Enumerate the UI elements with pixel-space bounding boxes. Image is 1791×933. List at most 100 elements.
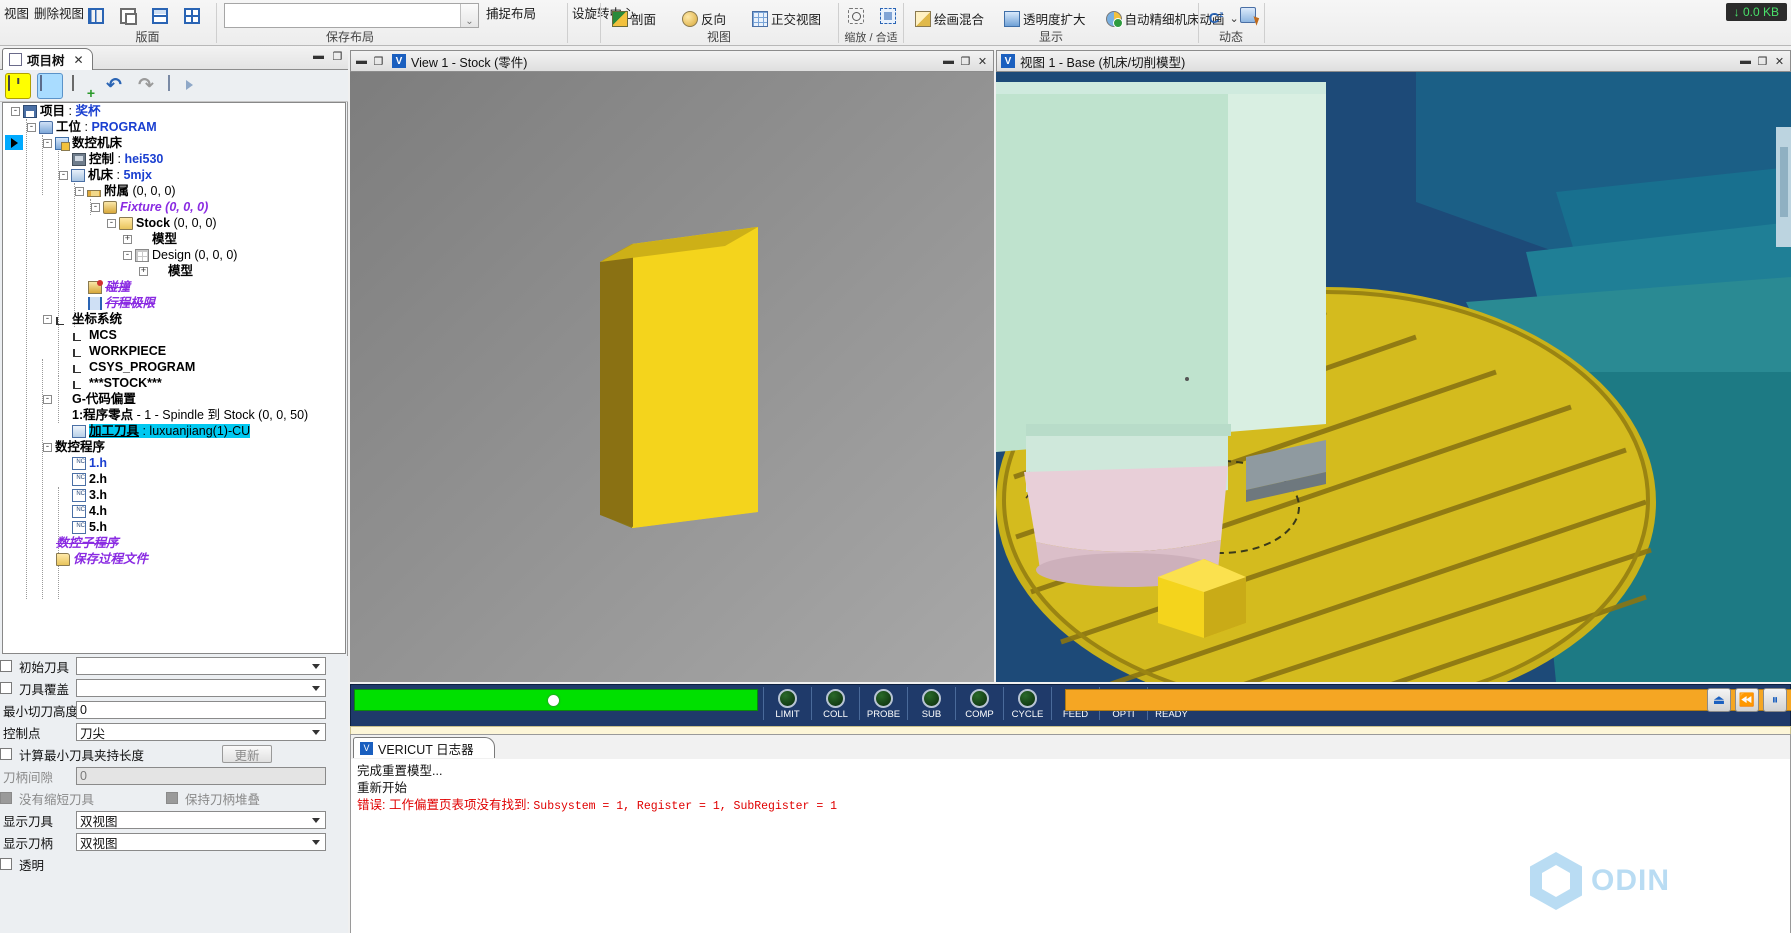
maximize-panel-button[interactable]: ❐: [331, 50, 344, 63]
capture-layout-button[interactable]: 捕捉布局: [486, 3, 536, 22]
transparent-checkbox[interactable]: [0, 858, 12, 870]
tree-item-Stock[interactable]: - Stock (0, 0, 0): [3, 215, 345, 231]
tree-item-1程序零点[interactable]: 1:程序零点 - 1 - Spindle 到 Stock (0, 0, 50): [3, 407, 345, 423]
collapse-icon[interactable]: -: [43, 395, 52, 405]
close-icon[interactable]: ✕: [74, 53, 84, 67]
zoom-icon[interactable]: [848, 8, 864, 24]
rows-layout-icon[interactable]: [152, 8, 168, 24]
tree-item-模型[interactable]: + 模型: [3, 263, 345, 279]
nc-program-progress-bar[interactable]: [1065, 689, 1791, 711]
tree-item-数控机床[interactable]: - 数控机床: [3, 135, 345, 152]
expand-icon[interactable]: +: [139, 267, 148, 277]
tool-cover-checkbox[interactable]: [0, 682, 12, 694]
collapse-icon[interactable]: -: [43, 139, 52, 149]
redo-button[interactable]: ↷: [133, 73, 159, 99]
minimize-panel-button[interactable]: ▬: [312, 50, 325, 62]
collapse-icon[interactable]: -: [123, 251, 132, 261]
quad-layout-icon[interactable]: [184, 8, 200, 24]
min-cut-height-input[interactable]: 0: [76, 701, 326, 719]
tree-item-加工刀具[interactable]: 加工刀具 : luxuanjiang(1)-CU: [3, 423, 345, 439]
tree-item-行程极限[interactable]: 行程极限: [3, 295, 345, 311]
chevron-down-icon[interactable]: ⌄: [460, 4, 478, 27]
control-point-select[interactable]: 刀尖: [76, 723, 326, 741]
undo-button[interactable]: ↶: [101, 73, 127, 99]
blend-draw-button[interactable]: 绘画混合: [911, 8, 988, 29]
tree-item-2.h[interactable]: 2.h: [3, 470, 345, 487]
tree-item-工位[interactable]: - 工位 : PROGRAM: [3, 119, 345, 135]
tab-project-tree[interactable]: 项目树 ✕: [2, 48, 93, 70]
tool-cover-select[interactable]: [76, 679, 326, 697]
tree-item-G-代码偏置[interactable]: - G-代码偏置: [3, 391, 345, 407]
export-button[interactable]: [165, 73, 191, 99]
status-lamp-cycle[interactable]: CYCLE: [1003, 687, 1051, 720]
tree-item-保存过程文件[interactable]: 保存过程文件: [3, 551, 345, 567]
status-lamp-comp[interactable]: COMP: [955, 687, 1003, 720]
tree-item-MCS[interactable]: MCS: [3, 327, 345, 343]
tree-item-数控子程序[interactable]: 数控子程序: [3, 535, 345, 551]
rewind-button[interactable]: ⏪: [1735, 688, 1759, 712]
eject-button[interactable]: ⏏: [1707, 688, 1731, 712]
tree-item-4.h[interactable]: 4.h: [3, 502, 345, 519]
transparency-button[interactable]: 透明度扩大: [1000, 8, 1090, 29]
calc-min-holder-checkbox[interactable]: [0, 748, 12, 760]
progress-slider-handle[interactable]: [547, 694, 559, 706]
tree-item-Fixture[interactable]: - Fixture (0, 0, 0): [3, 199, 345, 215]
collapse-icon[interactable]: -: [59, 171, 68, 181]
collapse-icon[interactable]: -: [43, 443, 52, 453]
project-tree[interactable]: - 项目 : 奖杯 - 工位 : PROGRAM - 数控机床 控制 : hei530- 机床…: [2, 102, 346, 654]
maximize-view2-button[interactable]: ❐: [1756, 55, 1769, 68]
save-layout-combo[interactable]: ⌄: [224, 3, 479, 28]
add-component-button[interactable]: [69, 73, 95, 99]
tree-item-控制[interactable]: 控制 : hei530: [3, 151, 345, 167]
tab-vericut-logger[interactable]: V VERICUT 日志器: [353, 737, 495, 758]
cz-rotate-icon[interactable]: Cz: [1208, 7, 1224, 27]
columns-layout-icon[interactable]: [88, 8, 104, 24]
tree-item-3.h[interactable]: 3.h: [3, 486, 345, 503]
tree-item-CSYSPROGRAM[interactable]: CSYS_PROGRAM: [3, 359, 345, 375]
show-tool-select[interactable]: 双视图: [76, 811, 326, 829]
document-config-button[interactable]: [37, 72, 63, 99]
status-lamp-sub[interactable]: SUB: [907, 687, 955, 720]
restore-icon[interactable]: ▬: [355, 55, 368, 67]
popout-icon[interactable]: ❐: [372, 55, 385, 68]
status-lamp-probe[interactable]: PROBE: [859, 687, 907, 720]
tree-item-附属[interactable]: - 附属 (0, 0, 0): [3, 183, 345, 199]
tree-item-坐标系统[interactable]: - 坐标系统: [3, 311, 345, 327]
show-holder-select[interactable]: 双视图: [76, 833, 326, 851]
log-message-list[interactable]: 完成重置模型... 重新开始 错误: 工作偏置页表项没有找到: Subsyste…: [351, 759, 1790, 933]
view1-stock-viewport[interactable]: [350, 72, 994, 682]
collapse-icon[interactable]: -: [27, 123, 36, 133]
orthographic-view-button[interactable]: 正交视图: [748, 8, 825, 29]
tree-item-5.h[interactable]: 5.h: [3, 518, 345, 535]
pause-button[interactable]: ⏸: [1763, 688, 1787, 712]
collapse-icon[interactable]: -: [75, 187, 84, 197]
tree-item-机床[interactable]: - 机床 : 5mjx: [3, 167, 345, 183]
tree-item-项目[interactable]: - 项目 : 奖杯: [3, 103, 345, 119]
update-button[interactable]: 更新: [222, 745, 272, 763]
collapse-icon[interactable]: -: [107, 219, 116, 229]
collapse-icon[interactable]: -: [43, 315, 52, 325]
close-view2-button[interactable]: ✕: [1773, 55, 1786, 68]
close-view1-button[interactable]: ✕: [976, 55, 989, 68]
minimize-view2-button[interactable]: ▬: [1739, 55, 1752, 67]
tree-item-WORKPIECE[interactable]: WORKPIECE: [3, 343, 345, 359]
tree-item-数控程序[interactable]: - 数控程序: [3, 439, 345, 455]
tree-item-Design[interactable]: - Design (0, 0, 0): [3, 247, 345, 263]
dynamic-zoom-icon[interactable]: [1240, 7, 1256, 23]
ribbon-word-view[interactable]: 视图: [4, 3, 29, 22]
initial-tool-checkbox[interactable]: [0, 660, 12, 672]
expand-icon[interactable]: +: [123, 235, 132, 245]
section-view-button[interactable]: 剖面: [608, 8, 660, 29]
initial-tool-select[interactable]: [76, 657, 326, 675]
collapse-icon[interactable]: -: [91, 203, 100, 213]
simulation-progress-bar[interactable]: [354, 689, 758, 711]
stacked-windows-icon[interactable]: [120, 8, 137, 25]
status-lamp-coll[interactable]: COLL: [811, 687, 859, 720]
tree-item-1.h[interactable]: 1.h: [3, 454, 345, 471]
status-lamp-limit[interactable]: LIMIT: [763, 687, 811, 720]
tree-item-模型[interactable]: + 模型: [3, 231, 345, 247]
fit-icon[interactable]: [880, 8, 896, 24]
minimize-view1-button[interactable]: ▬: [942, 55, 955, 67]
maximize-view1-button[interactable]: ❐: [959, 55, 972, 68]
reverse-view-button[interactable]: 反向: [678, 8, 730, 29]
